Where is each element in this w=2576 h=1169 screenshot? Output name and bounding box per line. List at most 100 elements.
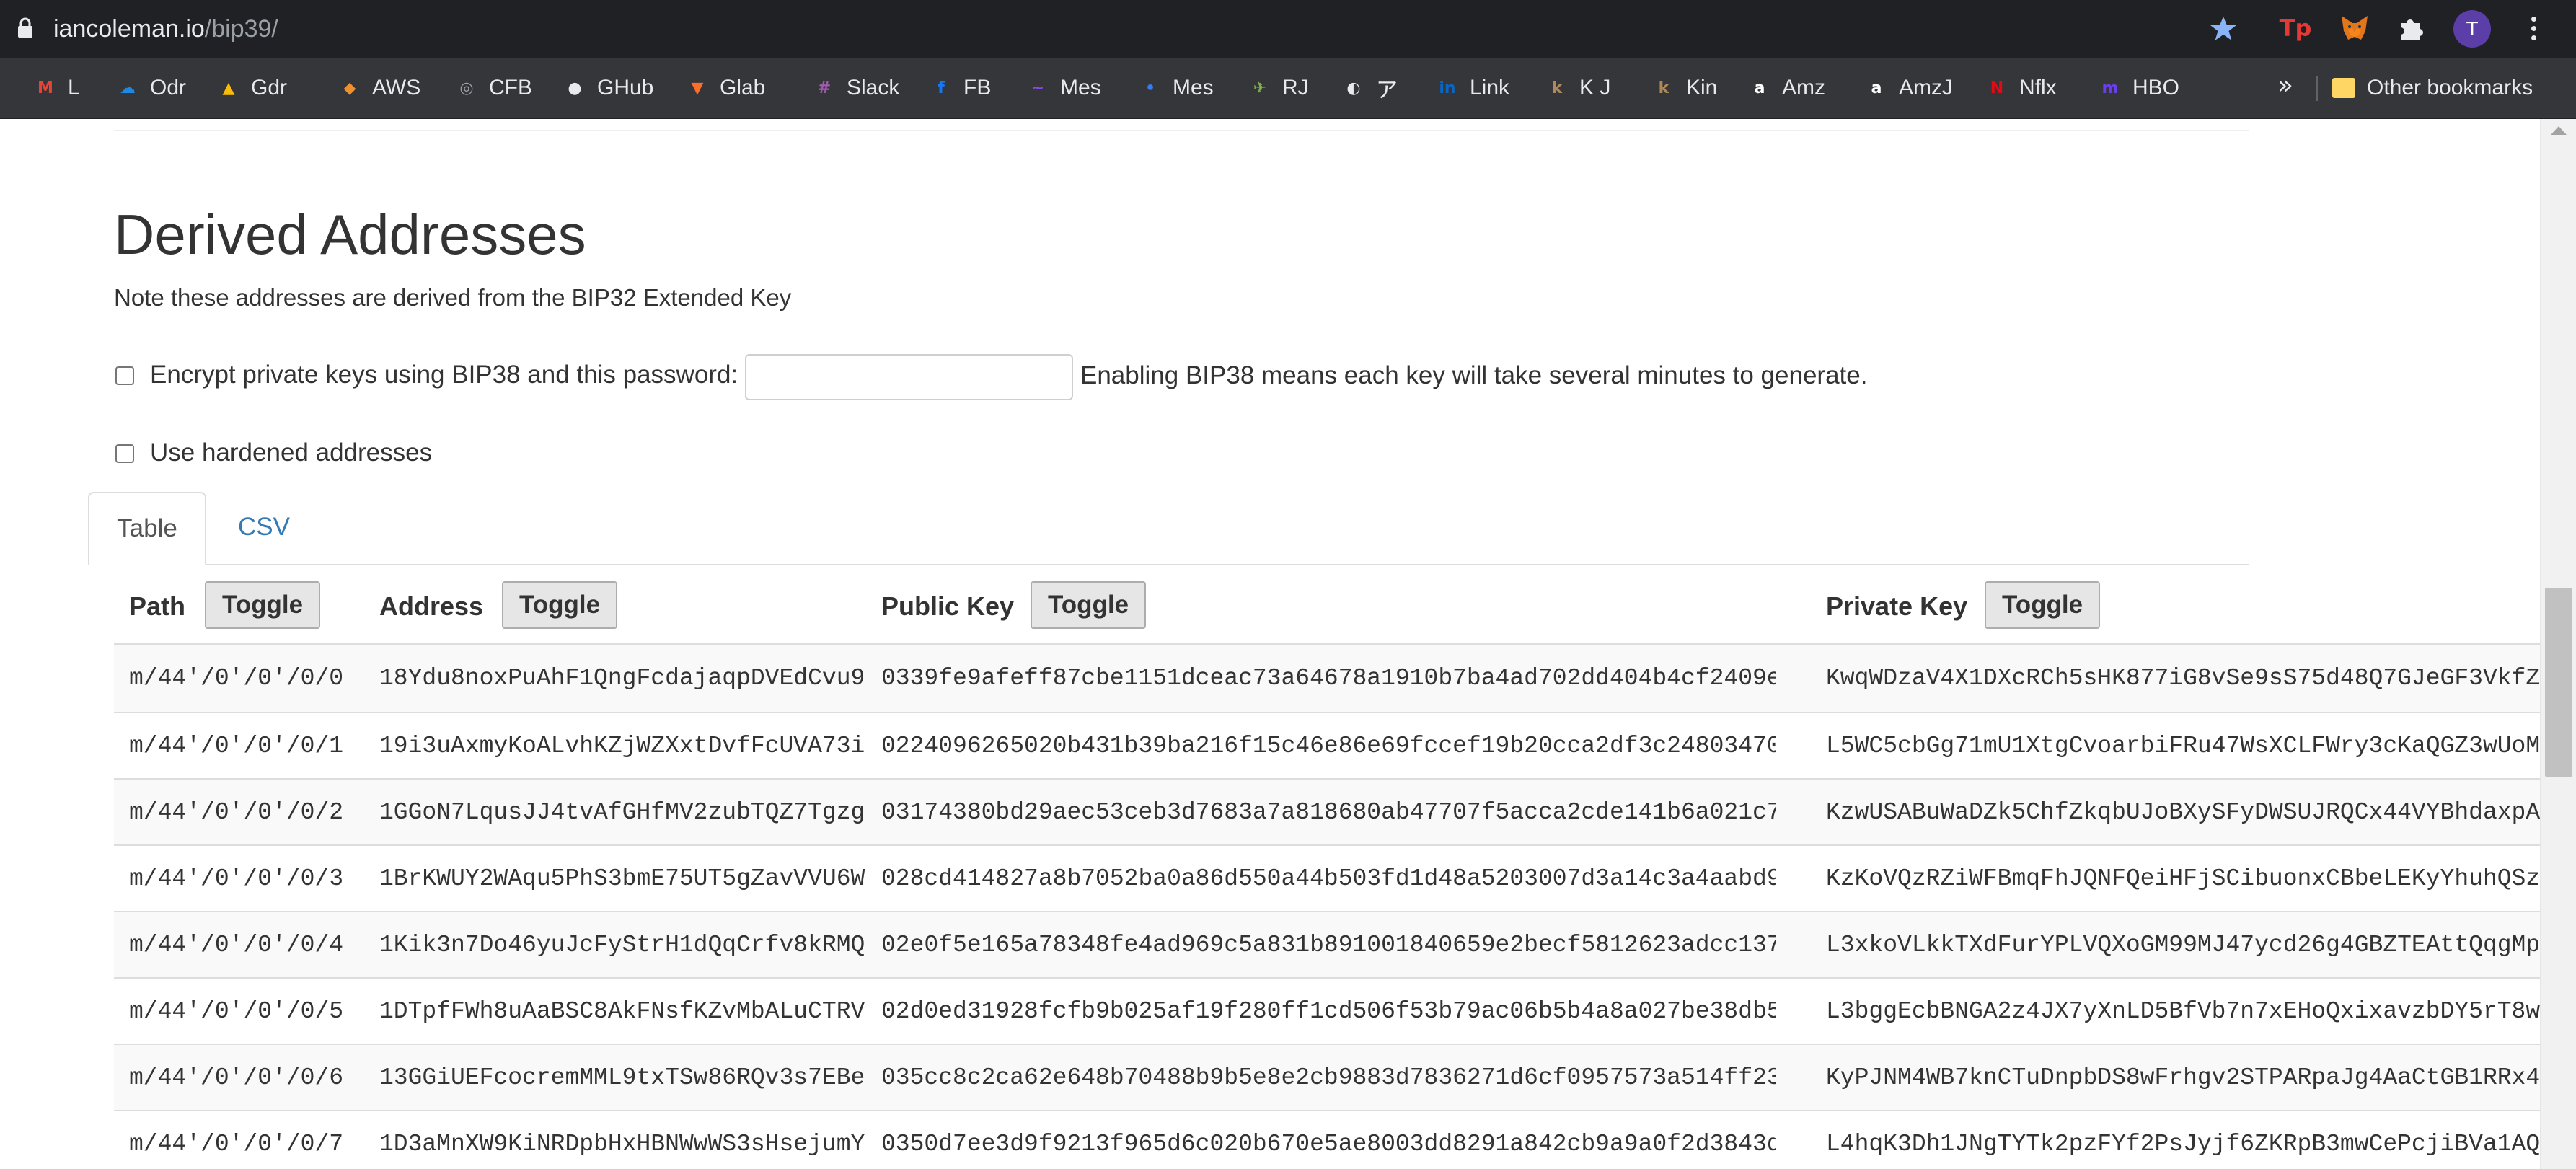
column-header-private-key: Private Key (1826, 591, 1968, 621)
bookmark-label: HBO (2132, 76, 2180, 100)
tab-csv[interactable]: CSV (238, 513, 290, 542)
bip38-label: Encrypt private keys using BIP38 and thi… (150, 361, 738, 389)
bookmark-label: Kin (1686, 76, 1718, 100)
public-key-cell: 0339fe9afeff87cbe1151dceac73a64678a1910b… (881, 665, 1776, 692)
section-divider (114, 130, 2249, 131)
profile-avatar[interactable]: T (2453, 10, 2491, 48)
bookmark-12[interactable]: ◐ ア (1341, 72, 1398, 104)
private-key-cell: KyPJNM4WB7knCTuDnpbDS8wFrhgv2STPARpaJg4A… (1826, 1064, 2540, 1091)
table-row: m/44'/0'/0'/0/7 1D3aMnXW9KiNRDpbHxHBNWwW… (114, 1110, 2540, 1169)
bip38-note: Enabling BIP38 means each key will take … (1080, 361, 1868, 389)
path-cell: m/44'/0'/0'/0/3 (129, 865, 344, 892)
column-header-path: Path (129, 591, 186, 621)
bookmark-label: FB (963, 76, 992, 100)
other-bookmarks-label: Other bookmarks (2367, 76, 2533, 100)
bookmark-label: Amz (1782, 76, 1825, 100)
tab-table[interactable]: Table (88, 492, 206, 565)
facebook-icon: f (938, 79, 945, 97)
bookmark-label: CFB (489, 76, 532, 100)
other-bookmarks-button[interactable]: Other bookmarks (2332, 72, 2533, 104)
column-header-public-key: Public Key (881, 591, 1015, 621)
page-subtitle: Note these addresses are derived from th… (114, 284, 792, 311)
aws-icon: ◆ (343, 79, 356, 97)
scrollbar-thumb[interactable] (2545, 588, 2572, 777)
public-key-cell: 02e0f5e165a78348fe4ad969c5a831b891001840… (881, 932, 1776, 958)
public-key-cell: 035cc8c2ca62e648b70488b9b5e8e2cb9883d783… (881, 1064, 1776, 1091)
bookmark-label: Gdr (251, 76, 288, 100)
bookmark-3[interactable]: ◆ AWS (338, 72, 421, 104)
bip38-checkbox[interactable] (115, 366, 134, 385)
path-cell: m/44'/0'/0'/0/7 (129, 1131, 344, 1157)
hardened-addresses-label: Use hardened addresses (150, 438, 433, 467)
bookmark-9[interactable]: ~ Mes (1025, 72, 1101, 104)
bookmark-0[interactable]: ML (33, 72, 80, 104)
bookmark-15[interactable]: k Kin (1651, 72, 1718, 104)
toggle-private-key-button[interactable]: Toggle (1985, 581, 2101, 629)
column-header-address: Address (379, 591, 484, 621)
private-key-cell: L3bggEcbBNGA2z4JX7yXnLD5BfVb7n7xEHoQxixa… (1826, 998, 2540, 1025)
bookmark-13[interactable]: in Link (1435, 72, 1509, 104)
bookmark-label: L (68, 76, 80, 100)
table-row: m/44'/0'/0'/0/3 1BrKWUY2WAqu5PhS3bmE75UT… (114, 844, 2540, 911)
bookmark-label: ア (1376, 79, 1398, 102)
bookmarks-bar: M L ☁ Odr ▲ Gdr ◆ AWS ◎ CFB ● GHub ▼ Glab # Slack f FB ~ Me… (0, 58, 2576, 119)
table-row: m/44'/0'/0'/0/2 1GGoN7LqusJJ4tvAfGHfMV2z… (114, 778, 2540, 844)
address-cell: 1D3aMnXW9KiNRDpbHxHBNWwWS3sHsejumY (379, 1131, 865, 1157)
url-path: /bip39/ (204, 15, 278, 43)
private-key-cell: L5WC5cbGg71mU1XtgCvoarbiFRu47WsXCLFWry3c… (1826, 733, 2540, 759)
extensions-puzzle-icon[interactable] (2394, 12, 2427, 45)
more-menu-icon[interactable] (2517, 12, 2550, 45)
toggle-path-button[interactable]: Toggle (205, 581, 321, 629)
address-cell: 1GGoN7LqusJJ4tvAfGHfMV2zubTQZ7Tgzg (379, 799, 865, 826)
bookmark-7[interactable]: # Slack (812, 72, 900, 104)
public-key-cell: 02d0ed31928fcfb9b025af19f280ff1cd506f53b… (881, 998, 1776, 1025)
rj-icon: ✈ (1253, 79, 1267, 97)
path-cell: m/44'/0'/0'/0/5 (129, 998, 344, 1025)
bookmark-star-icon[interactable] (2209, 14, 2238, 43)
lock-icon[interactable] (16, 17, 35, 39)
public-key-cell: 0224096265020b431b39ba216f15c46e86e69fcc… (881, 733, 1776, 759)
tp-extension-icon[interactable]: Tp (2279, 12, 2312, 45)
private-key-cell: L3xkoVLkkTXdFurYPLVQXoGM99MJ47ycd26g4GBZ… (1826, 932, 2540, 958)
bookmark-11[interactable]: ✈ RJ (1248, 72, 1309, 104)
bookmark-17[interactable]: a AmzJ (1864, 72, 1953, 104)
bookmark-16[interactable]: a Amz (1747, 72, 1825, 104)
url-host: iancoleman.io (53, 15, 205, 43)
metamask-fox-icon[interactable] (2338, 12, 2371, 45)
bookmark-19[interactable]: m HBO (2098, 72, 2179, 104)
page-title: Derived Addresses (114, 203, 586, 266)
bookmark-8[interactable]: f FB (929, 72, 991, 104)
address-cell: 13GGiUEFcocremMML9txTSw86RQv3s7EBe (379, 1064, 865, 1091)
bookmark-18[interactable]: N Nflx (1985, 72, 2057, 104)
bookmark-1[interactable]: ☁ Odr (115, 72, 186, 104)
amazon-icon: a (1754, 79, 1765, 97)
messenger-icon: ~ (1031, 79, 1045, 97)
bookmark-label: AmzJ (1899, 76, 1953, 100)
address-bar[interactable]: iancoleman.io/bip39/ (53, 13, 278, 45)
more-bookmarks-chevron-icon[interactable]: » (2277, 71, 2293, 100)
bookmark-2[interactable]: ▲ Gdr (216, 72, 287, 104)
toggle-address-button[interactable]: Toggle (502, 581, 618, 629)
address-cell: 19i3uAxmyKoALvhKZjWZXxtDvfFcUVA73i (379, 733, 865, 759)
browser-toolbar: iancoleman.io/bip39/ Tp T (0, 0, 2576, 58)
hardened-addresses-checkbox[interactable] (115, 444, 134, 463)
scroll-up-arrow-icon[interactable] (2551, 126, 2567, 135)
path-cell: m/44'/0'/0'/0/0 (129, 665, 344, 692)
address-cell: 1DTpfFWh8uAaBSC8AkFNsfKZvMbALuCTRV (379, 998, 865, 1025)
toggle-public-key-button[interactable]: Toggle (1031, 581, 1147, 629)
tabs-underline (88, 564, 2249, 565)
bookmark-5[interactable]: ● GHub (563, 72, 653, 104)
bookmark-14[interactable]: kK J (1545, 72, 1611, 104)
kanji-k-icon: k (1551, 79, 1563, 97)
addresses-table-body: m/44'/0'/0'/0/0 18Ydu8noxPuAhF1QngFcdaja… (114, 645, 2540, 1169)
bookmark-4[interactable]: ◎ CFB (454, 72, 532, 104)
kanji-k2-icon: k (1658, 79, 1669, 97)
private-key-cell: KzwUSABuWaDZk5ChfZkqbUJoBXySFyDWSUJRQCx4… (1826, 799, 2540, 826)
bip38-password-input[interactable] (745, 354, 1073, 400)
bookmark-6[interactable]: ▼ Glab (685, 72, 766, 104)
bookmark-label: AWS (372, 76, 421, 100)
bookmark-10[interactable]: • Mes (1138, 72, 1214, 104)
bookmark-label: Mes (1173, 76, 1214, 100)
public-key-cell: 028cd414827a8b7052ba0a86d550a44b503fd1d4… (881, 865, 1776, 892)
page-scrollbar[interactable] (2540, 119, 2576, 1169)
